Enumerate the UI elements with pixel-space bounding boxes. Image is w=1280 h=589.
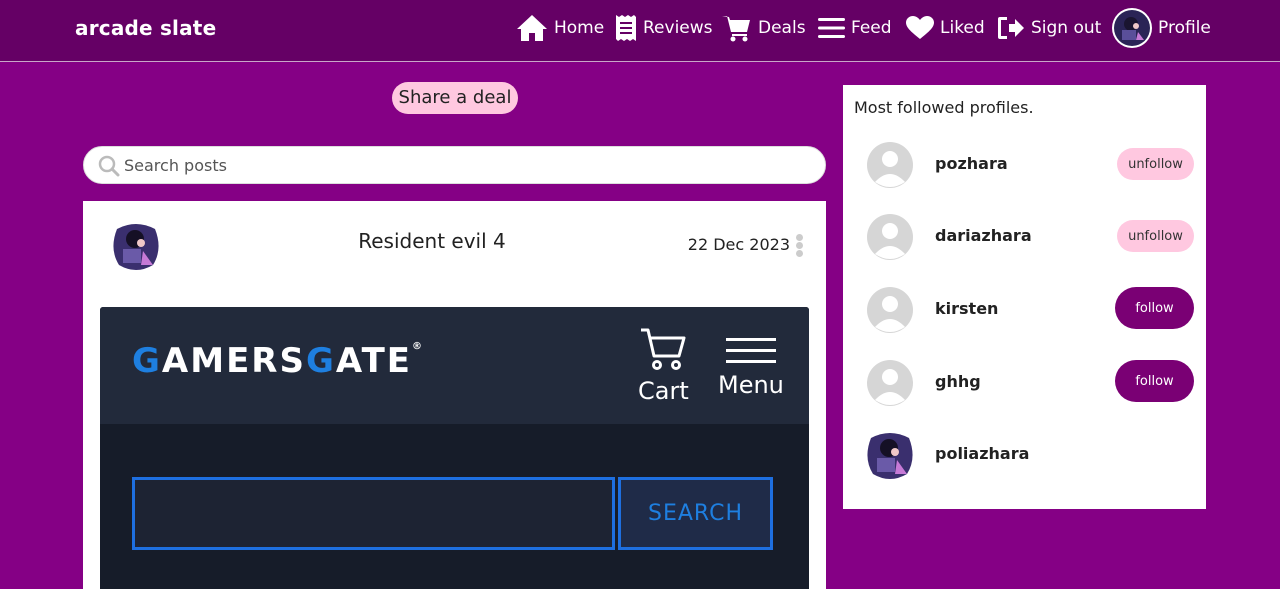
image-cart-label: Cart <box>638 377 689 405</box>
receipt-icon <box>616 15 636 41</box>
profile-name[interactable]: poliazhara <box>935 444 1029 463</box>
brand-logo[interactable]: arcade slate <box>75 16 216 40</box>
post-options-icon[interactable] <box>796 234 804 258</box>
post-title[interactable]: Resident evil 4 <box>83 229 781 253</box>
nav-profile-label: Profile <box>1158 18 1211 38</box>
image-menu-label: Menu <box>718 371 784 399</box>
user-avatar <box>1112 8 1152 48</box>
followed-profiles-panel: Most followed profiles. pozhara unfollow… <box>843 85 1206 509</box>
nav-feed-label: Feed <box>851 18 892 38</box>
nav-reviews[interactable]: Reviews <box>615 10 713 46</box>
top-navbar: arcade slate Home Reviews Deals Feed Lik… <box>0 0 1280 62</box>
heart-icon <box>906 16 934 39</box>
search-input[interactable] <box>124 151 804 179</box>
cart-icon <box>722 16 750 42</box>
image-search-button: SEARCH <box>618 477 773 550</box>
share-deal-button[interactable]: Share a deal <box>392 82 518 114</box>
sidebar-title: Most followed profiles. <box>854 98 1034 117</box>
image-menu: Menu <box>718 337 784 399</box>
nav-feed[interactable]: Feed <box>818 10 892 46</box>
nav-sign-out[interactable]: Sign out <box>997 10 1101 46</box>
cart-icon <box>641 328 686 370</box>
default-avatar-icon[interactable] <box>867 214 913 260</box>
nav-liked[interactable]: Liked <box>906 10 985 46</box>
home-icon <box>517 15 547 41</box>
post-card: Resident evil 4 22 Dec 2023 GAMERSGATE® … <box>83 201 826 589</box>
search-icon <box>98 155 120 177</box>
nav-sign-out-label: Sign out <box>1031 18 1102 38</box>
nav-profile[interactable]: Profile <box>1112 7 1211 49</box>
image-search-field <box>132 477 615 550</box>
unfollow-button[interactable]: unfollow <box>1117 148 1194 180</box>
default-avatar-icon[interactable] <box>867 360 913 406</box>
follow-button[interactable]: follow <box>1115 360 1194 402</box>
profile-name[interactable]: pozhara <box>935 154 1008 173</box>
list-item: poliazhara <box>843 424 1206 484</box>
nav-home[interactable]: Home <box>516 10 604 46</box>
list-item: ghhg follow <box>843 352 1206 412</box>
nav-reviews-label: Reviews <box>643 18 713 38</box>
profile-name[interactable]: dariazhara <box>935 226 1032 245</box>
image-cart: Cart <box>638 327 689 405</box>
post-date: 22 Dec 2023 <box>687 235 790 254</box>
profile-name[interactable]: kirsten <box>935 299 998 318</box>
list-item: dariazhara unfollow <box>843 206 1206 266</box>
profile-name[interactable]: ghhg <box>935 372 981 391</box>
unfollow-button[interactable]: unfollow <box>1117 220 1194 252</box>
list-item: kirsten follow <box>843 279 1206 339</box>
post-image[interactable]: GAMERSGATE® Cart Menu SEARCH <box>100 307 809 589</box>
profile-avatar[interactable] <box>865 430 915 480</box>
menu-lines-icon <box>725 338 776 363</box>
sign-out-icon <box>998 17 1024 39</box>
default-avatar-icon[interactable] <box>867 142 913 188</box>
nav-deals[interactable]: Deals <box>722 10 806 46</box>
nav-liked-label: Liked <box>940 18 985 38</box>
list-item: pozhara unfollow <box>843 134 1206 194</box>
menu-lines-icon <box>818 18 845 38</box>
follow-button[interactable]: follow <box>1115 287 1194 329</box>
gamersgate-logo: GAMERSGATE® <box>132 341 424 381</box>
search-bar <box>83 146 826 184</box>
default-avatar-icon[interactable] <box>867 287 913 333</box>
nav-deals-label: Deals <box>758 18 806 38</box>
nav-home-label: Home <box>554 18 605 38</box>
image-header: GAMERSGATE® Cart Menu <box>100 307 809 424</box>
